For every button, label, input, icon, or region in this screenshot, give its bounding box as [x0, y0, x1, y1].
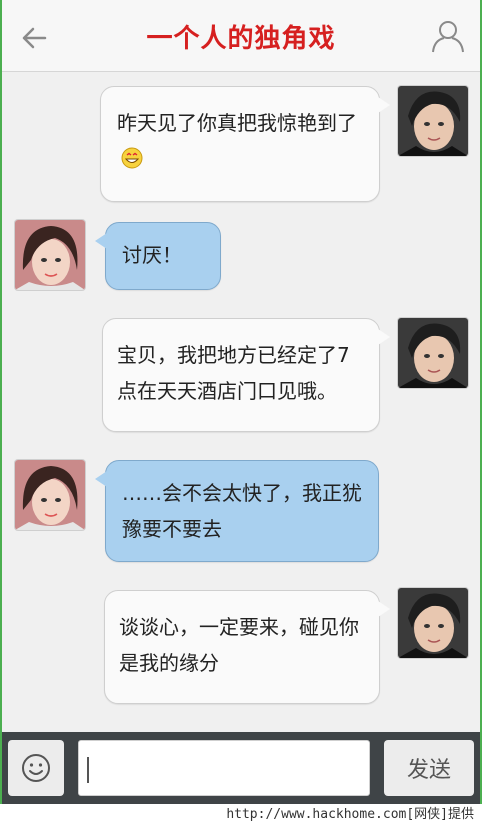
header-bar: 一个人的独角戏: [2, 0, 480, 72]
grin-emoji-icon: [121, 144, 143, 169]
emoji-button[interactable]: [8, 740, 64, 796]
avatar-me[interactable]: [398, 86, 468, 156]
chat-screen: 一个人的独角戏 昨天见了你真把我惊艳到了 讨厌！ 宝贝，我把地方已经定了7点在天…: [0, 0, 482, 826]
text-caret: [87, 757, 89, 783]
message-bubble-incoming: 讨厌！: [95, 222, 221, 290]
page-title: 一个人的独角戏: [146, 24, 336, 54]
message-text: 讨厌！: [122, 243, 182, 267]
avatar-me[interactable]: [398, 588, 468, 658]
avatar-her[interactable]: [15, 460, 85, 530]
message-bubble-outgoing: 昨天见了你真把我惊艳到了: [100, 86, 390, 202]
message-text: 谈谈心，一定要来，碰见你是我的缘分: [119, 615, 359, 675]
message-bubble-incoming: ……会不会太快了，我正犹豫要不要去: [95, 460, 379, 562]
avatar-her[interactable]: [15, 220, 85, 290]
message-bubble-outgoing: 谈谈心，一定要来，碰见你是我的缘分: [104, 590, 390, 704]
message-text: 宝贝，我把地方已经定了7点在天天酒店门口见哦。: [117, 343, 350, 403]
message-input[interactable]: [78, 740, 370, 796]
message-text: ……会不会太快了，我正犹豫要不要去: [122, 481, 362, 541]
message-text: 昨天见了你真把我惊艳到了: [117, 111, 357, 135]
message-bubble-outgoing: 宝贝，我把地方已经定了7点在天天酒店门口见哦。: [102, 318, 390, 432]
user-profile-icon: [432, 21, 464, 53]
user-profile-button[interactable]: [428, 16, 468, 56]
smiley-face-icon: [22, 754, 50, 782]
watermark-text: http://www.hackhome.com[网侠]提供: [0, 804, 482, 826]
avatar-me[interactable]: [398, 318, 468, 388]
input-bar: 发送: [2, 732, 480, 804]
chat-area[interactable]: 昨天见了你真把我惊艳到了 讨厌！ 宝贝，我把地方已经定了7点在天天酒店门口见哦。…: [2, 72, 480, 732]
send-button[interactable]: 发送: [384, 740, 474, 796]
